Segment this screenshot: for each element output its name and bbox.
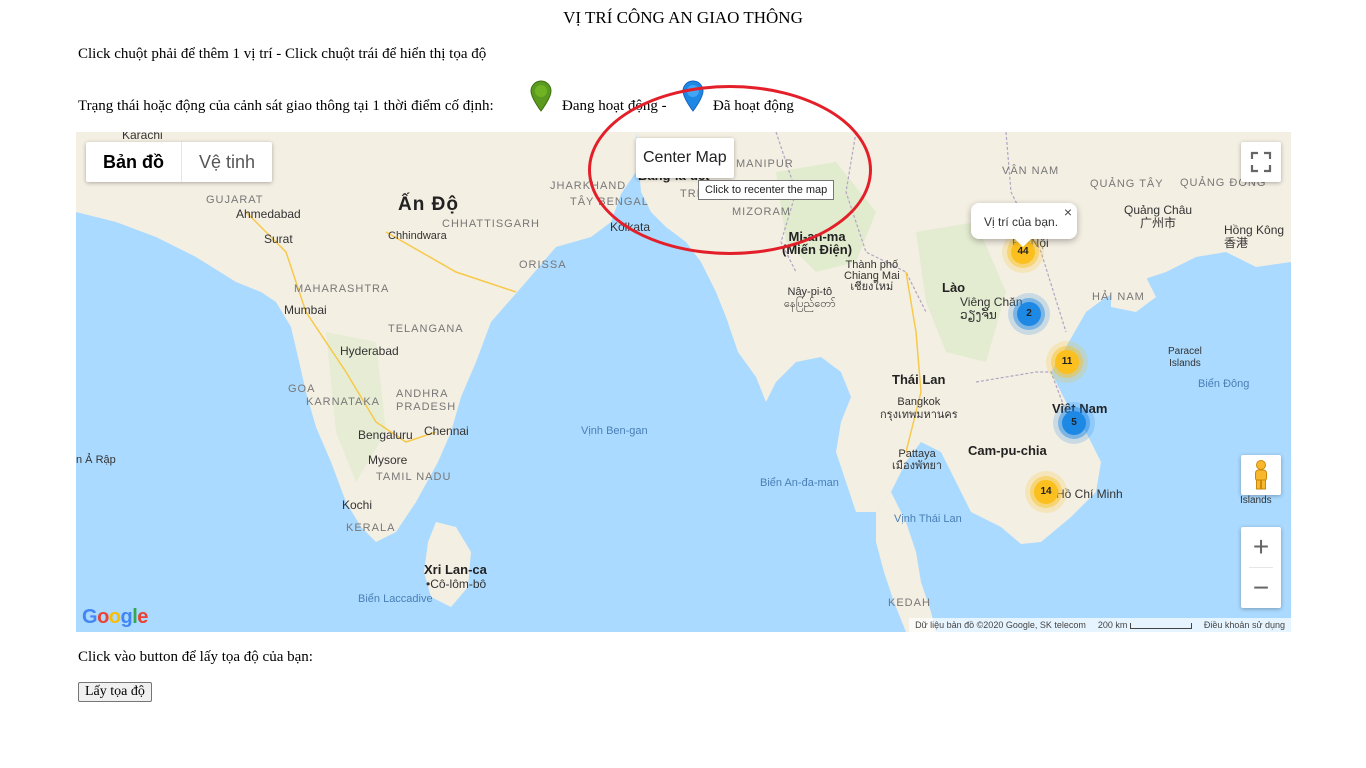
map-label-karnataka: KARNATAKA [306,396,380,408]
map-label-chiangmai: Thành phố Chiang Mai เชียงใหม่ [844,259,900,293]
map-type-map-button[interactable]: Bản đồ [86,142,181,182]
map-label-cambodia: Cam-pu-chia [968,443,1047,458]
zoom-control: + − [1241,527,1281,608]
map-label-colombo: •Cô-lôm-bô [426,577,487,591]
close-icon[interactable]: × [1064,204,1072,220]
map-label-bengan: Vịnh Ben-gan [581,425,648,437]
map-label-quangchau: Quảng Châu 广州市 [1124,203,1193,230]
marker-cluster[interactable]: 5 [1062,411,1086,435]
map-label-bangkok: Bangkok กรุงเทพมหานคร [880,396,958,421]
center-map-button[interactable]: Center Map [636,138,734,178]
fullscreen-icon [1250,151,1272,173]
map-label-andaman: Biển An-đa-man [760,477,839,489]
green-marker-icon [530,80,552,112]
map-attribution-bar: Dữ liệu bản đồ ©2020 Google, SK telecom … [909,618,1291,632]
map-label-hochiminh: Hồ Chí Minh [1056,487,1123,501]
map-label-jharkhand: JHARKHAND [550,180,627,192]
get-coords-button[interactable]: Lấy tọa độ [78,682,152,702]
map-label-karachi: Karachi [122,132,163,142]
map-label-gujarat: GUJARAT [206,194,264,206]
info-window-text: Vị trí của bạn. [984,215,1059,229]
status-description: Trạng thái hoặc động của cảnh sát giao t… [78,98,494,114]
map-type-satellite-button[interactable]: Vệ tinh [181,142,272,182]
blue-marker-icon [682,80,704,112]
map-label-laccadive: Biển Laccadive [358,593,433,605]
map-label-chhattisgarh: CHHATTISGARH [442,218,540,230]
map-label-islands: Islands [1240,495,1272,506]
map-label-paracel: Paracel Islands [1168,346,1202,369]
map-label-thaigulf: Vịnh Thái Lan [894,513,962,525]
map-label-surat: Surat [264,232,293,246]
map-label-vannam: VÂN NAM [1002,165,1060,177]
marker-cluster[interactable]: 11 [1055,350,1079,374]
map-label-biendong: Biển Đông [1198,378,1250,390]
status-done-label: Đã hoạt động [713,98,794,114]
map-label-mysore: Mysore [368,453,408,467]
zoom-out-button[interactable]: − [1241,568,1281,608]
map-label-andhra: ANDHRA PRADESH [396,388,457,413]
map-terms-link[interactable]: Điều khoản sử dụng [1204,618,1285,632]
map-label-telangana: TELANGANA [388,323,464,335]
map-label-orissa: ORISSA [519,259,567,271]
map-attribution: Dữ liệu bản đồ ©2020 Google, SK telecom [915,620,1086,630]
map-label-hyderabad: Hyderabad [340,344,399,358]
map-label-kochi: Kochi [342,498,373,512]
pegman-icon [1255,460,1267,490]
map-label-manipur: MANIPUR [736,158,794,170]
map-label-naypyitaw: Nây-pi-tô နေပြည်တော် [784,286,836,310]
map-label-arap: n Ả Rập [76,454,116,466]
map-label-pattaya: Pattaya เมืองพัทยา [892,448,943,472]
map-label-vientiane: Viêng Chăn ວຽງຈັນ [960,295,1023,322]
map-label-laos: Lào [942,280,966,295]
map-label-srilanka: Xri Lan-ca [424,562,487,577]
map-canvas[interactable]: Bản đồ Vệ tinh Karachi GUJARAT Ahmedabad… [76,132,1291,632]
map-label-kedah: KEDAH [888,597,931,609]
map-label-bengaluru: Bengaluru [358,428,413,442]
center-map-tooltip: Click to recenter the map [698,180,835,200]
map-label-mumbai: Mumbai [284,303,327,317]
map-label-taybengal: TÂY BENGAL [570,196,649,208]
map-scale: 200 km [1098,618,1192,632]
zoom-in-button[interactable]: + [1241,527,1281,567]
map-label-maharashtra: MAHARASHTRA [294,283,390,295]
map-label-kolkata: Kolkata [610,220,651,234]
map-label-ahmedabad: Ahmedabad [236,207,301,221]
street-view-button[interactable] [1241,455,1281,495]
map-label-chennai: Chennai [424,424,469,438]
map-type-control: Bản đồ Vệ tinh [86,142,273,182]
map-label-kerala: KERALA [346,522,396,534]
map-label-myanmar: Mi-an-ma (Miến Điện) [782,229,853,257]
get-coords-text: Click vào button để lấy tọa độ của bạn: [78,649,313,665]
map-label-mizoram: MIZORAM [732,206,791,218]
google-logo: Google [82,606,148,628]
map-label-chhindwara: Chhindwara [388,230,447,242]
map-label-thailand: Thái Lan [892,372,946,387]
map-label-hongkong: Hồng Kông 香港 [1224,223,1285,250]
fullscreen-button[interactable] [1241,142,1281,182]
marker-cluster[interactable]: 14 [1034,480,1058,504]
page-title: VỊ TRÍ CÔNG AN GIAO THÔNG [563,8,803,27]
map-label-hainam: HẢI NAM [1092,291,1145,303]
marker-cluster[interactable]: 2 [1017,302,1041,326]
map-label-goa: GOA [288,383,316,395]
status-active-label: Đang hoạt động - [562,98,667,114]
instruction-text: Click chuột phải để thêm 1 vị trí - Clic… [78,46,487,62]
map-label-quangtay: QUẢNG TÂY [1090,178,1164,190]
map-label-tamilnadu: TAMIL NADU [376,471,452,483]
info-window: Vị trí của bạn. × [971,203,1077,247]
map-label-india: Ấn Độ [398,194,459,215]
